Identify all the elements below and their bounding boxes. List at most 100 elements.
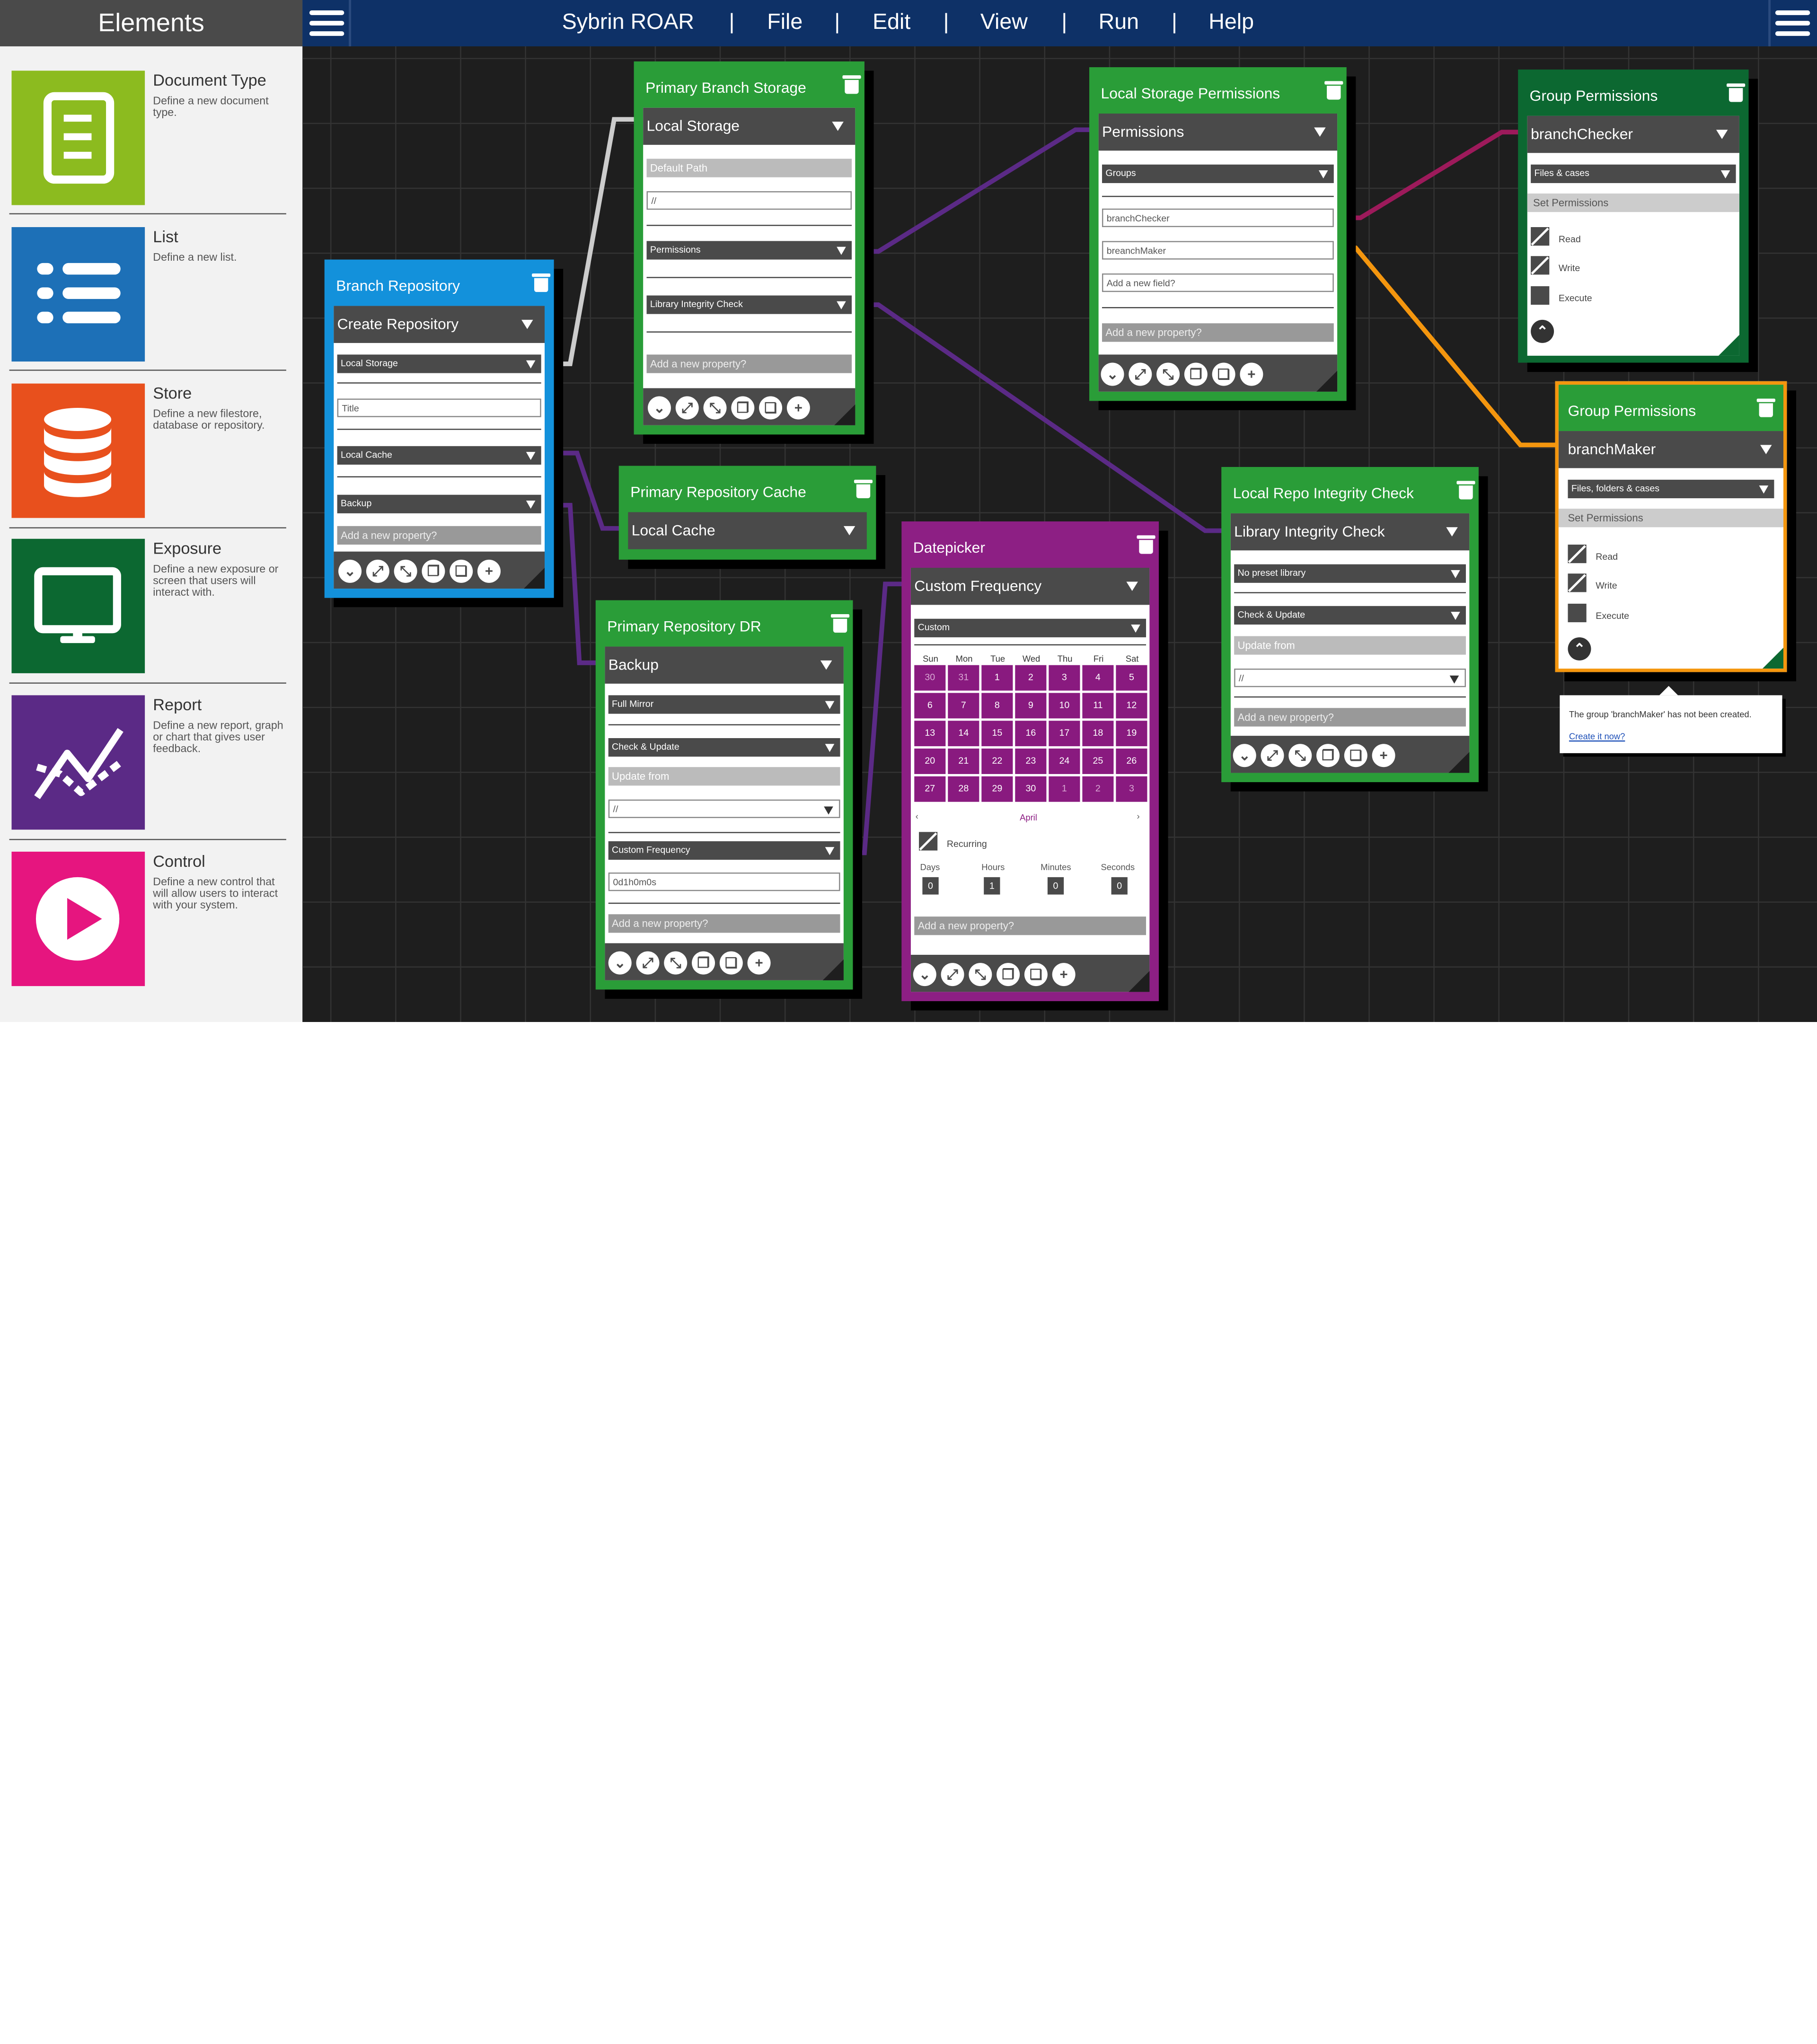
calendar-day[interactable]: 5	[1116, 665, 1147, 691]
card-group-permissions-branch-checker[interactable]: Group Permissions branchChecker Files & …	[1518, 69, 1749, 363]
path-input[interactable]: //	[646, 191, 852, 210]
calendar-day[interactable]: 27	[914, 776, 946, 802]
add-property-button[interactable]: Add a new property?	[1102, 323, 1334, 342]
card-local-repo-integrity-check[interactable]: Local Repo Integrity Check Library Integ…	[1221, 467, 1479, 783]
add-icon[interactable]: +	[477, 559, 501, 583]
card-header-dropdown[interactable]: Local Cache	[628, 512, 867, 549]
add-field-input[interactable]: Add a new field?	[1102, 273, 1334, 292]
shrink-icon[interactable]: ⤡	[1288, 744, 1312, 767]
card-primary-repository-cache[interactable]: Primary Repository Cache Local Cache	[618, 466, 876, 560]
calendar-day[interactable]: 4	[1082, 665, 1114, 691]
menu-help[interactable]: Help	[1208, 0, 1254, 46]
seconds-input[interactable]: 0	[1111, 877, 1128, 895]
next-month-icon[interactable]: ›	[1137, 811, 1139, 821]
trash-icon[interactable]	[1137, 535, 1155, 554]
copy-icon[interactable]: ❐	[692, 951, 715, 975]
path-dropdown[interactable]: //	[1234, 669, 1466, 687]
trash-icon[interactable]	[842, 75, 861, 94]
resize-corner[interactable]	[1718, 335, 1739, 356]
custom-dropdown[interactable]: Custom	[914, 618, 1147, 637]
paste-icon[interactable]: ❏	[1024, 963, 1048, 987]
calendar-day[interactable]: 12	[1116, 693, 1147, 719]
add-property-button[interactable]: Add a new property?	[646, 354, 852, 373]
calendar-day[interactable]: 15	[981, 721, 1013, 747]
calendar-day[interactable]: 16	[1015, 721, 1047, 747]
check-update-dropdown[interactable]: Check & Update	[1234, 606, 1466, 625]
title-input[interactable]: Title	[337, 398, 541, 417]
read-checkbox[interactable]	[1531, 227, 1550, 246]
calendar-day[interactable]: 28	[948, 776, 979, 802]
check-update-dropdown[interactable]: Check & Update	[608, 738, 840, 757]
hours-input[interactable]: 1	[984, 877, 1000, 895]
read-checkbox[interactable]	[1568, 545, 1587, 564]
expand-icon[interactable]: ⤢	[941, 963, 964, 987]
group-input-branch-checker[interactable]: branchChecker	[1102, 208, 1334, 228]
calendar-day[interactable]: 3	[1116, 776, 1147, 802]
copy-icon[interactable]: ❐	[1316, 744, 1340, 767]
calendar-day[interactable]: 2	[1082, 776, 1114, 802]
copy-icon[interactable]: ❐	[422, 559, 445, 583]
shrink-icon[interactable]: ⤡	[664, 951, 688, 975]
card-primary-repository-dr[interactable]: Primary Repository DR Backup Full Mirror…	[595, 600, 853, 990]
calendar-day[interactable]: 1	[1049, 776, 1080, 802]
card-header-dropdown[interactable]: Custom Frequency	[910, 568, 1150, 605]
collapse-icon[interactable]: ⌄	[647, 396, 671, 420]
expand-icon[interactable]: ⤢	[675, 396, 699, 420]
collapse-icon[interactable]: ⌄	[1101, 362, 1124, 386]
calendar-day[interactable]: 10	[1049, 693, 1080, 719]
paste-icon[interactable]: ❏	[1344, 744, 1367, 767]
scope-dropdown[interactable]: Files & cases	[1531, 164, 1736, 183]
calendar-day[interactable]: 14	[948, 721, 979, 747]
element-report[interactable]: Report Define a new report, graph or cha…	[11, 695, 287, 830]
copy-icon[interactable]: ❐	[997, 963, 1020, 987]
groups-dropdown[interactable]: Groups	[1102, 164, 1334, 183]
card-datepicker[interactable]: Datepicker Custom Frequency Custom Sun Mo…	[901, 521, 1159, 1001]
add-icon[interactable]: +	[1052, 963, 1076, 987]
card-header-dropdown[interactable]: branchChecker	[1527, 115, 1739, 153]
preset-library-dropdown[interactable]: No preset library	[1234, 564, 1466, 583]
add-icon[interactable]: +	[1240, 362, 1263, 386]
element-exposure[interactable]: Exposure Define a new exposure or screen…	[11, 538, 287, 673]
trash-icon[interactable]	[1324, 81, 1343, 100]
card-header-dropdown[interactable]: Backup	[605, 646, 844, 684]
card-header-dropdown[interactable]: Create Repository	[334, 306, 545, 343]
calendar-day[interactable]: 30	[1015, 776, 1047, 802]
trash-icon[interactable]	[532, 273, 551, 292]
shrink-icon[interactable]: ⤡	[703, 396, 727, 420]
card-local-storage-permissions[interactable]: Local Storage Permissions Permissions Gr…	[1089, 67, 1347, 401]
copy-icon[interactable]: ❐	[1184, 362, 1208, 386]
card-primary-branch-storage[interactable]: Primary Branch Storage Local Storage Def…	[634, 61, 864, 435]
calendar-day[interactable]: 26	[1116, 749, 1147, 774]
paste-icon[interactable]: ❏	[1212, 362, 1235, 386]
shrink-icon[interactable]: ⤡	[969, 963, 992, 987]
calendar-day[interactable]: 29	[981, 776, 1013, 802]
calendar-day[interactable]: 2	[1015, 665, 1047, 691]
scope-dropdown[interactable]: Files, folders & cases	[1568, 479, 1774, 499]
group-input-branch-maker[interactable]: breanchMaker	[1102, 241, 1334, 260]
add-icon[interactable]: +	[1372, 744, 1395, 767]
trash-icon[interactable]	[854, 479, 873, 499]
collapse-icon[interactable]: ⌄	[608, 951, 632, 975]
trash-icon[interactable]	[1756, 398, 1775, 417]
write-checkbox[interactable]	[1568, 573, 1587, 592]
calendar-day[interactable]: 25	[1082, 749, 1114, 774]
element-control[interactable]: Control Define a new control that will a…	[11, 852, 287, 987]
calendar-day[interactable]: 13	[914, 721, 946, 747]
permissions-dropdown[interactable]: Permissions	[646, 241, 852, 260]
trash-icon[interactable]	[830, 614, 850, 633]
card-header-dropdown[interactable]: Local Storage	[643, 107, 856, 145]
menu-file[interactable]: File	[767, 0, 803, 46]
menu-edit[interactable]: Edit	[873, 0, 910, 46]
shrink-icon[interactable]: ⤡	[394, 559, 417, 583]
copy-icon[interactable]: ❐	[731, 396, 755, 420]
calendar-day[interactable]: 17	[1049, 721, 1080, 747]
calendar-day[interactable]: 11	[1082, 693, 1114, 719]
calendar-day[interactable]: 31	[948, 665, 979, 691]
custom-frequency-dropdown[interactable]: Custom Frequency	[608, 841, 840, 860]
menu-view[interactable]: View	[980, 0, 1028, 46]
collapse-icon[interactable]: ⌄	[1233, 744, 1256, 767]
local-storage-dropdown[interactable]: Local Storage	[337, 354, 541, 373]
right-hamburger-icon[interactable]	[1773, 5, 1812, 42]
resize-corner[interactable]	[1762, 647, 1783, 669]
collapse-up-icon[interactable]: ⌃	[1531, 319, 1554, 343]
